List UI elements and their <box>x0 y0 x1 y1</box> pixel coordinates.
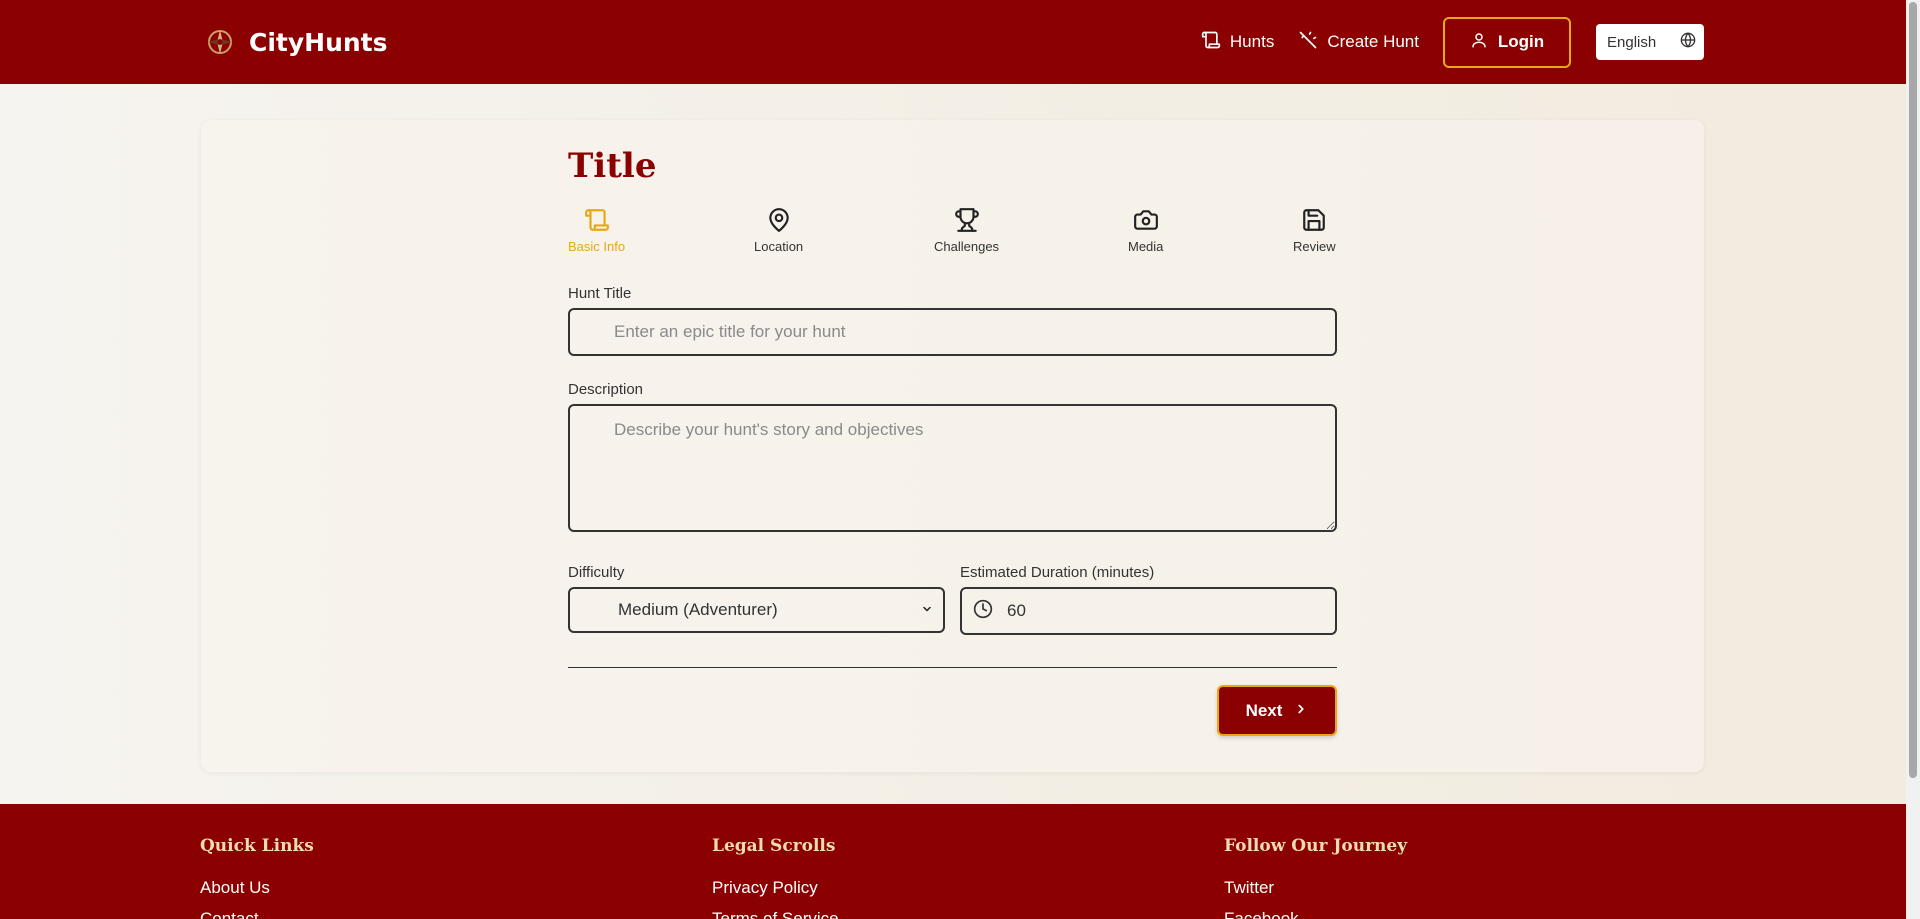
map-pin-icon <box>766 207 792 239</box>
brand[interactable]: CityHunts <box>205 0 388 84</box>
step-location[interactable]: Location <box>754 207 803 254</box>
chevron-down-icon <box>921 600 933 620</box>
footer-link-privacy[interactable]: Privacy Policy <box>712 878 839 898</box>
step-label: Challenges <box>934 239 1000 254</box>
scroll-icon <box>584 207 610 239</box>
language-value: English <box>1607 33 1657 51</box>
trophy-icon <box>954 207 980 239</box>
step-review[interactable]: Review <box>1293 207 1336 254</box>
login-button[interactable]: Login <box>1443 16 1571 68</box>
next-label: Next <box>1245 700 1283 720</box>
footer-link-contact[interactable]: Contact <box>200 909 314 919</box>
step-basic-info[interactable]: Basic Info <box>568 207 625 254</box>
footer-heading: Legal Scrolls <box>712 836 836 856</box>
globe-icon <box>1680 32 1696 52</box>
footer-heading: Follow Our Journey <box>1224 836 1408 856</box>
step-label: Media <box>1128 239 1164 254</box>
footer-social: Follow Our Journey Twitter Facebook <box>1224 836 1407 919</box>
duration-value: 60 <box>1007 601 1026 620</box>
step-media[interactable]: Media <box>1128 207 1163 254</box>
page-title: Title <box>568 146 657 186</box>
footer-quick-links: Quick Links About Us Contact <box>200 836 314 919</box>
nav-create-hunt-label: Create Hunt <box>1327 32 1419 51</box>
footer-heading: Quick Links <box>200 836 314 856</box>
step-label: Basic Info <box>568 239 626 254</box>
language-select[interactable]: English <box>1596 24 1704 60</box>
wand-icon <box>1298 30 1318 55</box>
description-label: Description <box>568 381 644 398</box>
brand-name: CityHunts <box>249 27 388 57</box>
clock-icon <box>973 599 993 624</box>
next-button[interactable]: Next <box>1217 685 1337 736</box>
chevron-right-icon <box>1294 701 1308 721</box>
scroll-icon <box>1201 30 1221 55</box>
footer-link-facebook[interactable]: Facebook <box>1224 909 1407 919</box>
camera-icon <box>1133 207 1159 239</box>
nav-hunts-label: Hunts <box>1229 32 1275 51</box>
footer-link-terms[interactable]: Terms of Service <box>712 909 839 919</box>
description-textarea[interactable] <box>568 404 1337 532</box>
compass-logo-icon <box>205 27 235 57</box>
login-label: Login <box>1497 32 1545 51</box>
footer: Quick Links About Us Contact Legal Scrol… <box>0 804 1906 919</box>
hunt-title-label: Hunt Title <box>568 285 632 302</box>
page-scrollbar[interactable] <box>1906 0 1920 919</box>
main-nav: Hunts Create Hunt Login English <box>1201 0 1906 84</box>
difficulty-label: Difficulty <box>568 564 625 581</box>
top-header: CityHunts Hunts Create Hunt Login Englis… <box>0 0 1906 84</box>
step-label: Location <box>754 239 804 254</box>
save-icon <box>1301 207 1327 239</box>
form-divider <box>568 667 1337 668</box>
difficulty-select[interactable]: Medium (Adventurer) <box>568 587 945 633</box>
step-challenges[interactable]: Challenges <box>934 207 999 254</box>
difficulty-value: Medium (Adventurer) <box>618 600 778 619</box>
step-label: Review <box>1293 239 1336 254</box>
nav-hunts-link[interactable]: Hunts <box>1201 30 1274 55</box>
hunt-title-input[interactable] <box>568 308 1337 356</box>
footer-link-twitter[interactable]: Twitter <box>1224 878 1407 898</box>
duration-field[interactable]: 60 <box>960 587 1337 635</box>
user-icon <box>1470 31 1488 54</box>
footer-link-about[interactable]: About Us <box>200 878 314 898</box>
footer-legal: Legal Scrolls Privacy Policy Terms of Se… <box>712 836 839 919</box>
scrollbar-thumb[interactable] <box>1909 2 1917 778</box>
nav-create-hunt-link[interactable]: Create Hunt <box>1298 30 1419 55</box>
duration-label: Estimated Duration (minutes) <box>960 564 1155 581</box>
